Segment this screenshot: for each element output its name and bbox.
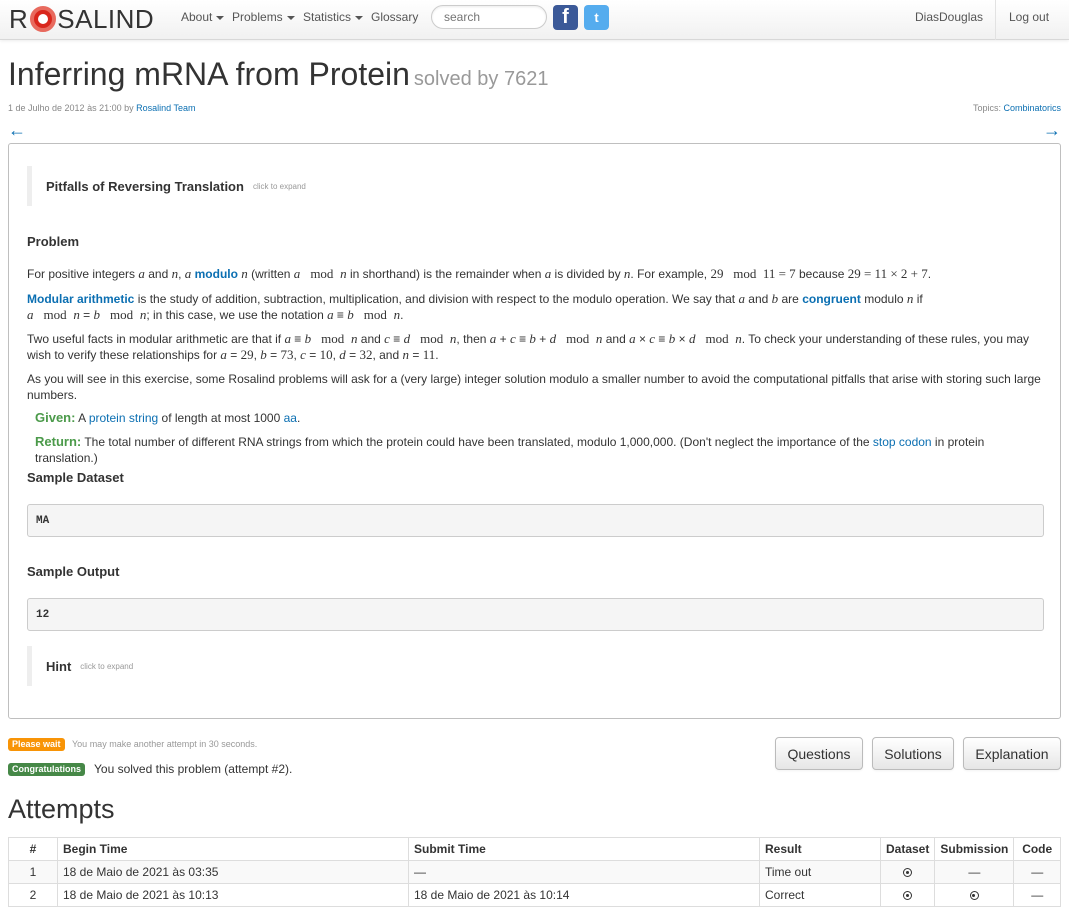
expand-hint: click to expand <box>252 181 306 191</box>
submission-cell <box>934 883 1015 907</box>
nav-problems-label: Problems <box>232 10 283 24</box>
attempts-table: # Begin Time Submit Time Result Dataset … <box>8 837 1061 907</box>
submit-time: 18 de Maio de 2021 às 10:14 <box>408 883 760 907</box>
hint-title: Hint <box>46 658 72 674</box>
pitfalls-expander[interactable]: Pitfalls of Reversing Translation click … <box>27 166 306 206</box>
sample-dataset-heading: Sample Dataset <box>27 470 124 485</box>
modulo-link[interactable]: modulo <box>195 267 238 281</box>
next-arrow-icon[interactable]: → <box>1043 120 1061 141</box>
col-code: Code <box>1013 837 1061 861</box>
result: Time out <box>759 860 881 884</box>
pitfalls-title: Pitfalls of Reversing Translation <box>46 178 244 194</box>
nav-divider <box>995 0 996 40</box>
topics: Topics: Combinatorics <box>973 103 1061 113</box>
wait-message: You may make another attempt in 30 secon… <box>72 739 258 749</box>
hint-expander[interactable]: Hint click to expand <box>27 646 133 686</box>
download-icon[interactable] <box>903 868 913 878</box>
page-title: Inferring mRNA from Protein solved by 762… <box>8 56 548 93</box>
twitter-icon[interactable]: t <box>584 5 609 30</box>
col-number: # <box>8 837 58 861</box>
caret-down-icon <box>355 15 364 20</box>
code-cell: — <box>1013 883 1061 907</box>
expand-hint: click to expand <box>80 661 134 671</box>
logo-icon <box>30 6 57 32</box>
navbar: R SALIND About Problems Statistics Gloss… <box>0 0 1069 40</box>
submission-cell: — <box>934 860 1015 884</box>
prev-arrow-icon[interactable]: ← <box>8 120 26 141</box>
facebook-icon[interactable]: f <box>553 5 578 30</box>
dataset-cell <box>879 860 936 884</box>
download-icon[interactable] <box>903 891 913 901</box>
attempt-number: 1 <box>8 860 58 884</box>
sample-output-heading: Sample Output <box>27 564 120 579</box>
problem-panel: Pitfalls of Reversing Translation click … <box>8 143 1061 719</box>
sample-output-box: 12 <box>27 598 1044 631</box>
attempt-number: 2 <box>8 883 58 907</box>
nav-glossary[interactable]: Glossary <box>371 10 418 24</box>
topic-link[interactable]: Combinatorics <box>1003 103 1061 113</box>
username-link[interactable]: DiasDouglas <box>915 10 983 24</box>
aa-link[interactable]: aa <box>284 411 297 425</box>
brand-suffix: SALIND <box>57 3 155 34</box>
given-label: Given: <box>35 410 76 425</box>
col-result: Result <box>759 837 881 861</box>
table-header-row: # Begin Time Submit Time Result Dataset … <box>8 837 1061 861</box>
author-link[interactable]: Rosalind Team <box>136 103 195 113</box>
dataset-cell <box>879 883 936 907</box>
table-row: 1 18 de Maio de 2021 às 03:35 — Time out… <box>8 860 1061 884</box>
problem-title: Inferring mRNA from Protein <box>8 56 410 92</box>
search-input[interactable] <box>431 5 547 29</box>
please-wait-badge: Please wait <box>8 738 65 751</box>
problem-paragraph-2: Modular arithmetic is the study of addit… <box>27 291 923 322</box>
attempts-heading: Attempts <box>8 794 115 824</box>
col-submission: Submission <box>934 837 1015 861</box>
given-line: Given: A protein string of length at mos… <box>35 410 301 425</box>
problem-paragraph-3: Two useful facts in modular arithmetic a… <box>27 331 1030 362</box>
problem-meta: 1 de Julho de 2012 às 21:00 by Rosalind … <box>8 103 195 113</box>
nav-about[interactable]: About <box>181 10 225 24</box>
problem-paragraph-4: As you will see in this exercise, some R… <box>27 372 1041 402</box>
return-line: Return: The total number of different RN… <box>35 434 1050 466</box>
code-cell: — <box>1013 860 1061 884</box>
given-mid: of length at most 1000 <box>158 411 284 425</box>
topics-label: Topics: <box>972 103 1004 113</box>
col-begin-time: Begin Time <box>57 837 409 861</box>
begin-time: 18 de Maio de 2021 às 10:13 <box>57 883 409 907</box>
return-label: Return: <box>35 434 82 449</box>
stop-codon-link[interactable]: stop codon <box>873 435 932 449</box>
caret-down-icon <box>216 15 225 20</box>
logout-link[interactable]: Log out <box>1009 10 1049 24</box>
sample-dataset-box: MA <box>27 504 1044 537</box>
brand-prefix: R <box>9 3 29 34</box>
solved-count[interactable]: solved by 7621 <box>414 68 549 90</box>
congruent-link[interactable]: congruent <box>802 292 861 306</box>
publish-date: 1 de Julho de 2012 às 21:00 by <box>8 103 137 113</box>
nav-statistics[interactable]: Statistics <box>303 10 364 24</box>
solved-message: You solved this problem (attempt #2). <box>94 762 293 776</box>
solutions-button[interactable]: Solutions <box>872 737 954 770</box>
result: Correct <box>759 883 881 907</box>
begin-time: 18 de Maio de 2021 às 03:35 <box>57 860 409 884</box>
questions-button[interactable]: Questions <box>775 737 863 770</box>
nav-statistics-label: Statistics <box>303 10 352 24</box>
nav-about-label: About <box>181 10 213 24</box>
brand-logo[interactable]: R SALIND <box>9 4 154 34</box>
problem-heading: Problem <box>27 234 80 249</box>
congratulations-badge: Congratulations <box>8 763 85 776</box>
modular-arithmetic-link[interactable]: Modular arithmetic <box>27 292 134 306</box>
col-dataset: Dataset <box>879 837 936 861</box>
table-row: 2 18 de Maio de 2021 às 10:13 18 de Maio… <box>8 883 1061 907</box>
return-pre: The total number of different RNA string… <box>84 435 873 449</box>
submit-time: — <box>408 860 760 884</box>
explanation-button[interactable]: Explanation <box>963 737 1061 770</box>
caret-down-icon <box>286 15 295 20</box>
col-submit-time: Submit Time <box>408 837 760 861</box>
given-pre: A <box>78 411 89 425</box>
problem-paragraph-1: For positive integers a and n, a modulo … <box>27 266 932 281</box>
download-icon[interactable] <box>969 891 979 901</box>
nav-problems[interactable]: Problems <box>232 10 295 24</box>
protein-string-link[interactable]: protein string <box>89 411 158 425</box>
